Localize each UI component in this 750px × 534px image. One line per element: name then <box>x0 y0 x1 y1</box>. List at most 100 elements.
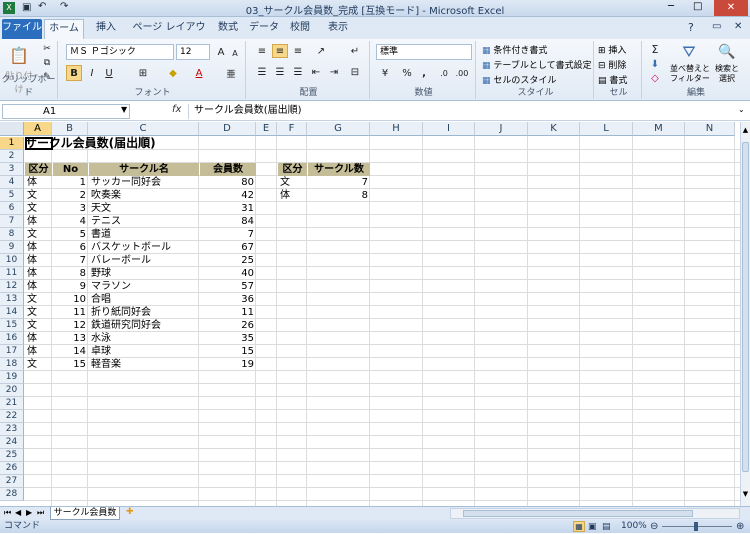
table-cell[interactable]: 15 <box>53 358 88 371</box>
table-cell[interactable]: 11 <box>200 306 256 319</box>
table-cell[interactable]: 文 <box>25 228 52 241</box>
row-header-7[interactable]: 7 <box>0 215 24 228</box>
table-cell[interactable]: 体 <box>25 176 52 189</box>
align-top-icon[interactable]: ≡ <box>254 44 270 58</box>
clear-icon[interactable]: ◇ <box>648 72 662 85</box>
prev-sheet-icon[interactable]: ◀ <box>15 508 21 517</box>
table-cell[interactable]: 57 <box>200 280 256 293</box>
table-cell[interactable]: バスケットボール <box>89 241 199 254</box>
format-as-table-button[interactable]: ▦ テーブルとして書式設定 <box>482 58 592 71</box>
row-header-8[interactable]: 8 <box>0 228 24 241</box>
table-cell[interactable]: 6 <box>53 241 88 254</box>
horizontal-scroll-thumb[interactable] <box>463 510 693 517</box>
table-cell[interactable]: 文 <box>25 306 52 319</box>
tab-page-layout[interactable]: ページ レイアウト <box>128 19 210 51</box>
column-header-K[interactable]: K <box>528 122 580 136</box>
tab-home[interactable]: ホーム <box>44 19 84 39</box>
table-cell[interactable]: マラソン <box>89 280 199 293</box>
tab-data[interactable]: データ <box>246 19 282 39</box>
table-cell[interactable]: 80 <box>200 176 256 189</box>
horizontal-scrollbar[interactable] <box>450 508 740 519</box>
maximize-button[interactable]: □ <box>693 1 702 12</box>
table-cell[interactable]: 体 <box>25 280 52 293</box>
table-cell[interactable]: 8 <box>53 267 88 280</box>
next-sheet-icon[interactable]: ▶ <box>26 508 32 517</box>
row-header-3[interactable]: 3 <box>0 163 24 176</box>
font-shrink-icon[interactable]: A <box>229 46 241 60</box>
table-cell[interactable]: 3 <box>53 202 88 215</box>
table-header-cell[interactable]: No <box>53 163 88 176</box>
table-cell[interactable]: 31 <box>200 202 256 215</box>
scroll-down-icon[interactable]: ▼ <box>741 490 750 502</box>
row-header-17[interactable]: 17 <box>0 345 24 358</box>
first-sheet-icon[interactable]: ⏮ <box>4 508 11 518</box>
zoom-slider-thumb[interactable] <box>694 522 698 531</box>
column-header-I[interactable]: I <box>423 122 475 136</box>
table-cell[interactable]: 12 <box>53 319 88 332</box>
table-cell[interactable]: 5 <box>53 228 88 241</box>
row-header-22[interactable]: 22 <box>0 410 24 423</box>
row-header-25[interactable]: 25 <box>0 449 24 462</box>
column-header-B[interactable]: B <box>52 122 88 136</box>
font-color-icon[interactable]: A <box>190 65 208 81</box>
currency-icon[interactable]: ¥ <box>376 65 394 81</box>
worksheet-grid[interactable]: ABCDEFGHIJKLMN 1 2 3 4 5 6 7 8 9 10 11 12 13 14 15 16 17… <box>0 122 740 506</box>
align-left-icon[interactable]: ☰ <box>254 65 270 79</box>
increase-decimal-icon[interactable]: .0 <box>436 65 452 81</box>
row-header-18[interactable]: 18 <box>0 358 24 371</box>
row-header-1[interactable]: 1 <box>0 137 24 150</box>
align-bottom-icon[interactable]: ≡ <box>290 44 306 58</box>
decrease-decimal-icon[interactable]: .00 <box>454 65 470 81</box>
align-middle-icon[interactable]: ≡ <box>272 44 288 58</box>
page-layout-view-icon[interactable]: ▣ <box>588 521 597 534</box>
summary-header-cell[interactable]: サークル数 <box>308 163 370 176</box>
row-header-6[interactable]: 6 <box>0 202 24 215</box>
summary-cell[interactable]: 文 <box>278 176 307 189</box>
table-cell[interactable]: 9 <box>53 280 88 293</box>
column-header-G[interactable]: G <box>307 122 370 136</box>
table-cell[interactable]: 67 <box>200 241 256 254</box>
normal-view-icon[interactable]: ▦ <box>573 521 585 532</box>
table-cell[interactable]: 7 <box>200 228 256 241</box>
formula-input[interactable]: サークル会員数(届出順) <box>188 104 736 119</box>
last-sheet-icon[interactable]: ⏭ <box>37 508 44 518</box>
row-header-10[interactable]: 10 <box>0 254 24 267</box>
fill-color-icon[interactable]: ◆ <box>164 65 182 81</box>
table-cell[interactable]: 鉄道研究同好会 <box>89 319 199 332</box>
tab-view[interactable]: 表示 <box>320 19 356 39</box>
table-cell[interactable]: 36 <box>200 293 256 306</box>
table-cell[interactable]: 4 <box>53 215 88 228</box>
sheet-tab-active[interactable]: サークル会員数 <box>50 507 120 520</box>
tab-insert[interactable]: 挿入 <box>88 19 124 39</box>
column-header-H[interactable]: H <box>370 122 423 136</box>
indent-increase-icon[interactable]: ⇥ <box>326 65 342 79</box>
zoom-out-icon[interactable]: ⊖ <box>650 520 658 533</box>
table-cell[interactable]: 84 <box>200 215 256 228</box>
column-header-J[interactable]: J <box>475 122 528 136</box>
align-right-icon[interactable]: ☰ <box>290 65 306 79</box>
row-header-24[interactable]: 24 <box>0 436 24 449</box>
table-cell[interactable]: テニス <box>89 215 199 228</box>
insert-cells-button[interactable]: ⊞ 挿入 <box>598 43 626 56</box>
table-cell[interactable]: 卓球 <box>89 345 199 358</box>
column-header-L[interactable]: L <box>580 122 633 136</box>
row-header-23[interactable]: 23 <box>0 423 24 436</box>
underline-button[interactable]: U <box>102 65 116 81</box>
close-button[interactable]: ✕ <box>714 0 748 16</box>
name-box-dropdown-icon[interactable]: ▼ <box>121 105 127 114</box>
row-header-13[interactable]: 13 <box>0 293 24 306</box>
font-size-select[interactable]: 12 <box>176 44 210 60</box>
table-cell[interactable]: 10 <box>53 293 88 306</box>
number-format-select[interactable]: 標準 <box>376 44 472 60</box>
table-cell[interactable]: 野球 <box>89 267 199 280</box>
page-break-view-icon[interactable]: ▤ <box>602 521 611 534</box>
table-cell[interactable]: 天文 <box>89 202 199 215</box>
table-cell[interactable]: 体 <box>25 215 52 228</box>
phonetic-icon[interactable]: 亜 <box>222 65 240 81</box>
column-header-F[interactable]: F <box>277 122 307 136</box>
expand-formula-icon[interactable]: ⌄ <box>738 105 745 114</box>
workbook-close-icon[interactable]: ✕ <box>734 21 742 32</box>
zoom-level[interactable]: 100% <box>621 520 647 533</box>
table-cell[interactable]: 体 <box>25 254 52 267</box>
column-header-A[interactable]: A <box>24 122 52 136</box>
